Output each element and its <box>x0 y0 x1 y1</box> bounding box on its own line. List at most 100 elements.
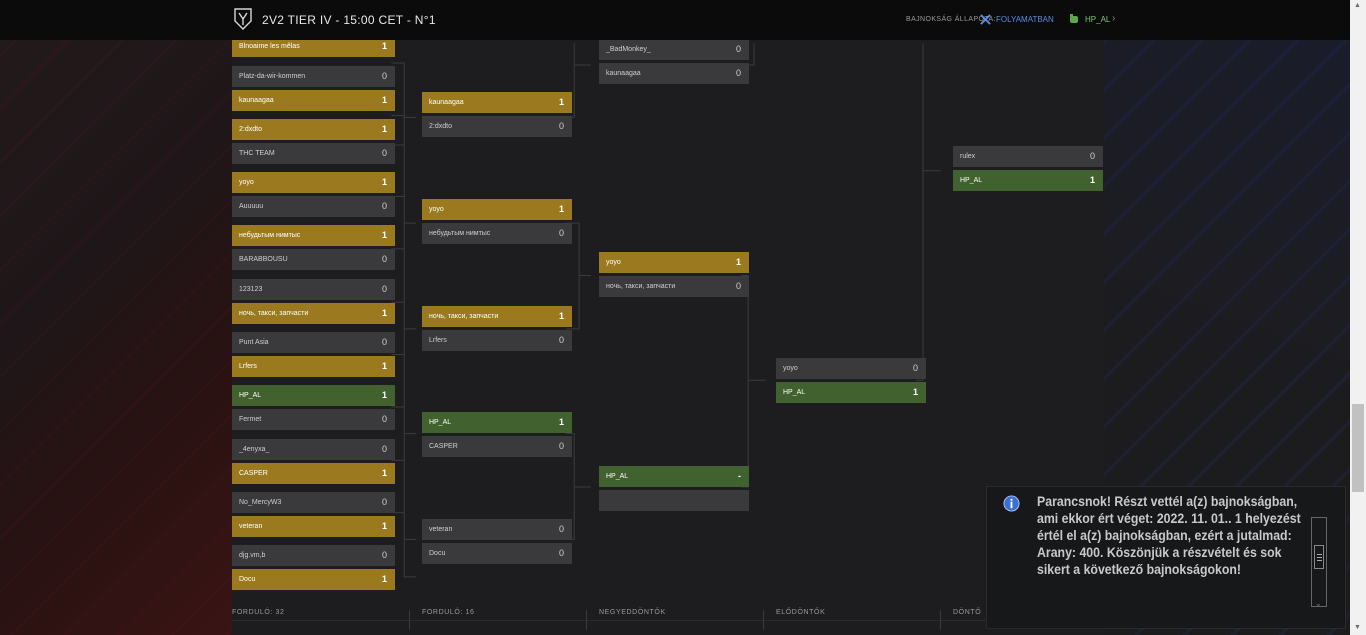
team-name: rulex <box>960 153 976 160</box>
match-slot[interactable]: ночь, такси, запчасти 1 <box>422 306 572 327</box>
notification-scroll-thumb[interactable] <box>1314 545 1324 569</box>
match-slot[interactable]: BARABBOUSU 0 <box>232 249 395 270</box>
match-slot[interactable]: THC TEAM 0 <box>232 143 395 164</box>
match-slot[interactable]: Docu 1 <box>232 569 395 590</box>
match-slot[interactable]: ночь, такси, запчасти 0 <box>599 276 749 297</box>
status-value: FOLYAMATBAN <box>996 15 1054 24</box>
match-slot[interactable]: veteran 0 <box>422 519 572 540</box>
match-slot[interactable]: Lrfers 1 <box>232 356 395 377</box>
match-slot[interactable]: ночь, такси, запчасти 1 <box>232 303 395 324</box>
match-slot[interactable]: Punt Asia 0 <box>232 332 395 353</box>
match-slot[interactable]: yoyo 0 <box>776 358 926 379</box>
team-score: 1 <box>381 177 387 187</box>
tournament-title: 2V2 TIER IV - 15:00 CET - N°1 <box>262 13 436 27</box>
match-slot[interactable]: HP_AL 1 <box>422 412 572 433</box>
team-name: ночь, такси, запчасти <box>239 310 309 317</box>
team-name: Blnoaime les mêlas <box>239 43 300 50</box>
match-slot[interactable]: Auuuuu 0 <box>232 196 395 217</box>
team-name: yoyo <box>783 365 798 372</box>
page-scroll-thumb[interactable] <box>1352 404 1364 492</box>
team-name: kaunaagaa <box>606 70 641 77</box>
round-divider <box>409 610 410 630</box>
match-slot[interactable]: _BadMonkey_ 0 <box>599 39 749 60</box>
round-label-32: FORDULÓ: 32 <box>232 609 285 616</box>
match-slot[interactable]: HP_AL 1 <box>953 170 1103 191</box>
match-slot[interactable]: yoyo 1 <box>422 199 572 220</box>
match-slot[interactable]: Docu 0 <box>422 543 572 564</box>
match-slot[interactable] <box>599 490 749 511</box>
team-score: 0 <box>558 335 564 345</box>
game-logo-icon[interactable] <box>233 7 253 31</box>
team-name: Docu <box>429 550 446 557</box>
team-score: 1 <box>1089 175 1095 185</box>
team-name: ночь, такси, запчасти <box>429 313 499 320</box>
match-slot[interactable]: _4enyxa_ 0 <box>232 439 395 460</box>
team-name: _4enyxa_ <box>239 446 270 453</box>
team-score: - <box>738 471 741 481</box>
team-score: 0 <box>381 254 387 264</box>
match-slot[interactable]: kaunaagaa 1 <box>232 90 395 111</box>
team-name: Docu <box>239 576 256 583</box>
match-slot[interactable]: HP_AL - <box>599 466 749 487</box>
team-score: 1 <box>381 574 387 584</box>
team-score: 1 <box>912 387 918 397</box>
team-score: 0 <box>381 148 387 158</box>
match-slot[interactable]: kaunaagaa 0 <box>599 63 749 84</box>
match-slot[interactable]: CASPER 1 <box>232 463 395 484</box>
round-label-16: FORDULÓ: 16 <box>422 609 475 616</box>
match-slot[interactable]: kaunaagaa 1 <box>422 92 572 113</box>
match-slot[interactable]: HP_AL 1 <box>232 385 395 406</box>
team-name: _BadMonkey_ <box>606 46 651 53</box>
page-scrollbar[interactable] <box>1350 0 1366 635</box>
team-score: 0 <box>381 337 387 347</box>
team-name: Platz-da-wir-kommen <box>239 73 306 80</box>
team-score: 0 <box>381 71 387 81</box>
team-name: kaunaagaa <box>429 99 464 106</box>
match-slot[interactable]: HP_AL 1 <box>776 382 926 403</box>
match-slot[interactable]: небудьтым нимтыс 1 <box>232 225 395 246</box>
clan-fist-icon[interactable] <box>1068 13 1080 25</box>
user-name[interactable]: HP_AL <box>1085 15 1110 24</box>
team-name: djg.vm,b <box>239 552 266 559</box>
match-slot[interactable]: yoyo 1 <box>232 172 395 193</box>
team-name: BARABBOUSU <box>239 256 288 263</box>
team-score: 1 <box>381 41 387 51</box>
chevron-down-icon[interactable]: ⌄ <box>1315 599 1322 608</box>
notification-popup[interactable]: Parancsnok! Részt vettél a(z) bajnokságb… <box>986 486 1346 629</box>
team-name: 2:dxdto <box>429 123 452 130</box>
match-slot[interactable]: rulex 0 <box>953 146 1103 167</box>
team-name: Lrfers <box>239 363 257 370</box>
team-score: 1 <box>558 97 564 107</box>
team-score: 1 <box>381 390 387 400</box>
top-bar: 2V2 TIER IV - 15:00 CET - N°1 BAJNOKSÁG … <box>0 0 1350 40</box>
team-score: 0 <box>381 497 387 507</box>
team-score: 0 <box>735 68 741 78</box>
team-score: 0 <box>558 524 564 534</box>
team-name: HP_AL <box>783 389 806 396</box>
match-slot[interactable]: djg.vm,b 0 <box>232 545 395 566</box>
team-name: небудьтым нимтыс <box>429 230 491 237</box>
chevron-right-icon[interactable]: › <box>1112 13 1115 24</box>
team-score: 0 <box>381 201 387 211</box>
match-slot[interactable]: 2:dxdto 1 <box>232 119 395 140</box>
team-score: 1 <box>381 230 387 240</box>
match-slot[interactable]: Fermet 0 <box>232 409 395 430</box>
match-slot[interactable]: 123123 0 <box>232 279 395 300</box>
match-slot[interactable]: Lrfers 0 <box>422 330 572 351</box>
match-slot[interactable]: yoyo 1 <box>599 252 749 273</box>
match-slot[interactable]: CASPER 0 <box>422 436 572 457</box>
scroll-down-icon[interactable]: ▼ <box>1354 624 1362 631</box>
match-slot[interactable]: veteran 1 <box>232 516 395 537</box>
team-score: 0 <box>381 284 387 294</box>
crossed-swords-icon <box>980 14 991 25</box>
team-score: 0 <box>381 444 387 454</box>
match-slot[interactable]: 2:dxdto 0 <box>422 116 572 137</box>
team-score: 1 <box>558 417 564 427</box>
team-score: 1 <box>381 521 387 531</box>
round-label-quarter: NEGYEDDÖNTŐK <box>599 609 666 616</box>
match-slot[interactable]: небудьтым нимтыс 0 <box>422 223 572 244</box>
team-name: No_MercyW3 <box>239 499 282 506</box>
match-slot[interactable]: No_MercyW3 0 <box>232 492 395 513</box>
scroll-up-icon[interactable]: ▲ <box>1354 2 1362 9</box>
match-slot[interactable]: Platz-da-wir-kommen 0 <box>232 66 395 87</box>
